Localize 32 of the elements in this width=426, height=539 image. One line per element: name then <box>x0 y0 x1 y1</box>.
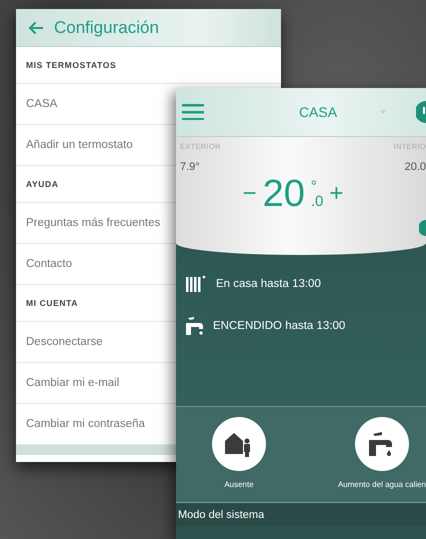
increase-button[interactable]: + <box>329 180 344 208</box>
menu-item[interactable]: Cambiar mi e-mail <box>26 377 120 389</box>
away-button[interactable] <box>212 417 266 471</box>
status-icon[interactable] <box>416 101 426 123</box>
radiator-icon <box>186 275 206 293</box>
house-person-icon <box>225 431 253 457</box>
menu-item[interactable]: Contacto <box>26 258 72 270</box>
setpoint-decimal: .0 <box>310 194 324 209</box>
tap-icon <box>186 317 203 335</box>
interior-temperature: 20.0 <box>404 161 426 173</box>
exterior-temperature: 7.9° <box>180 161 201 173</box>
menu-item[interactable]: Desconectarse <box>26 336 103 348</box>
menu-item[interactable]: Preguntas más frecuentes <box>26 217 160 229</box>
action-label: Aumento del agua calien <box>338 480 426 489</box>
screen-title: Configuración <box>54 18 159 38</box>
section-header: MIS TERMOSTATOS <box>26 60 116 70</box>
tap-icon <box>368 432 395 456</box>
section-header: MI CUENTA <box>26 298 78 308</box>
thermostat-name[interactable]: CASA <box>298 104 338 120</box>
status-text: En casa hasta 13:00 <box>216 278 321 290</box>
setpoint-value: 20 <box>262 175 305 213</box>
system-mode-bar[interactable]: Modo del sistema <box>176 503 426 526</box>
menu-item[interactable]: Cambiar mi contraseña <box>26 418 145 430</box>
status-text: ENCENDIDO hasta 13:00 <box>213 320 346 332</box>
menu-icon[interactable] <box>182 104 204 120</box>
menu-item[interactable]: Añadir un termostato <box>26 139 133 151</box>
degree-sign: ° <box>310 179 317 194</box>
section-header: AYUDA <box>26 179 58 189</box>
decrease-button[interactable]: − <box>242 180 257 208</box>
back-arrow-icon[interactable] <box>28 20 44 34</box>
menu-item[interactable]: CASA <box>26 98 58 110</box>
action-label: Ausente <box>224 480 254 489</box>
